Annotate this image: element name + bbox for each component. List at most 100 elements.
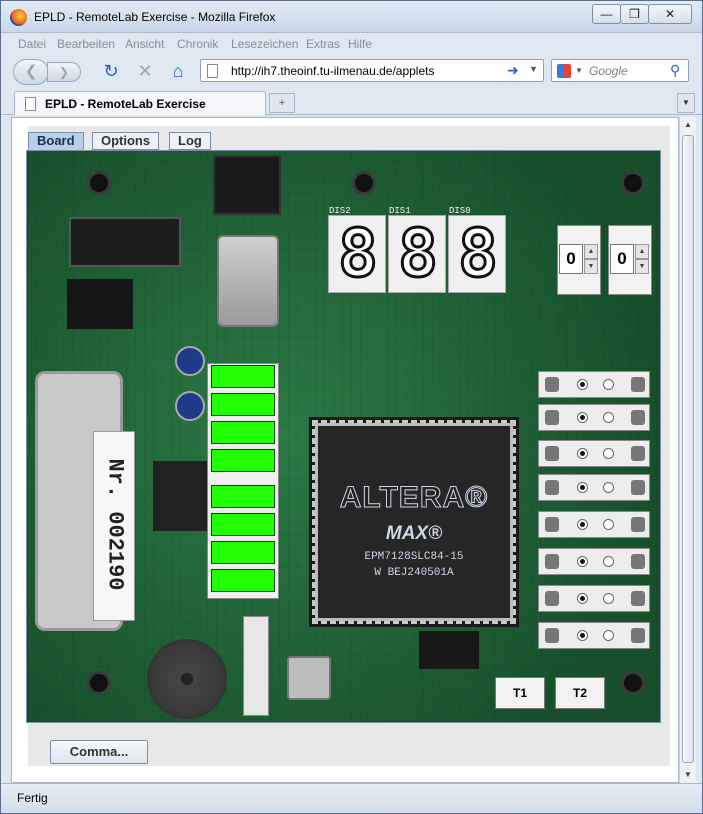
scroll-up-icon[interactable]: ▲ [680,117,696,133]
dip-switch-3[interactable] [538,474,650,501]
menu-extras[interactable]: Extras [306,37,340,51]
tab-log[interactable]: Log [169,132,211,150]
switch-radio-off[interactable] [603,412,614,423]
dip-switch-6[interactable] [538,585,650,612]
tab-remotelab[interactable]: EPLD - RemoteLab Exercise [14,91,266,115]
switch-pin [631,480,645,495]
dip-switch-2[interactable] [538,440,650,467]
switch-radio-on[interactable] [577,482,588,493]
header-connector [69,217,181,267]
display-digit: 8 [337,215,380,292]
close-button[interactable]: ✕ [648,4,692,24]
switch-radio-off[interactable] [603,482,614,493]
menu-bearbeiten[interactable]: Bearbeiten [57,37,115,51]
switch-radio-on[interactable] [577,593,588,604]
spinner-down-button[interactable]: ▼ [584,259,598,274]
dip-switch-5[interactable] [538,548,650,575]
go-arrow-icon[interactable]: ➜ [507,62,519,79]
tab-label: EPLD - RemoteLab Exercise [45,97,206,111]
forward-button[interactable]: ❯ [47,62,81,82]
spinner-up-button[interactable]: ▲ [635,244,649,259]
seven-segment-dis1: 8 [388,215,446,293]
switch-pin [631,591,645,606]
potentiometer [287,656,331,700]
switch-radio-off[interactable] [603,556,614,567]
search-bar[interactable]: ▼ Google ⚲ [551,59,689,82]
reload-icon[interactable]: ↻ [100,60,122,82]
buzzer [147,639,227,719]
chip-family: MAX® [385,523,443,544]
led-5 [211,513,275,536]
spinner-right: 0 ▲ ▼ [608,225,652,295]
switch-radio-off[interactable] [603,448,614,459]
dip-switch-7[interactable] [538,622,650,649]
led-4 [211,485,275,508]
switch-pin [631,446,645,461]
switch-radio-off[interactable] [603,379,614,390]
switch-pin [631,410,645,425]
url-dropdown-icon[interactable]: ▼ [529,64,538,74]
switch-pin [545,554,559,569]
spinner-up-button[interactable]: ▲ [584,244,598,259]
switch-radio-on[interactable] [577,412,588,423]
switch-radio-off[interactable] [603,519,614,530]
dip-switch-4[interactable] [538,511,650,538]
tab-page-icon [25,97,36,111]
spinner-value[interactable]: 0 [610,244,634,274]
tab-board[interactable]: Board [28,132,84,150]
stop-icon[interactable]: ✕ [134,60,156,82]
capacitor [175,391,205,421]
menu-ansicht[interactable]: Ansicht [125,37,164,51]
switch-radio-on[interactable] [577,379,588,390]
search-engine-dropdown-icon[interactable]: ▼ [575,66,583,75]
new-tab-button[interactable]: + [269,93,295,113]
switch-radio-on[interactable] [577,556,588,567]
search-placeholder[interactable]: Google [589,64,628,78]
menu-datei[interactable]: Datei [18,37,46,51]
status-bar: Fertig [1,783,702,813]
url-bar[interactable]: http://ih7.theoinf.tu-ilmenau.de/applets… [200,59,544,82]
power-jack [213,155,281,215]
switch-radio-on[interactable] [577,448,588,459]
spinner-value[interactable]: 0 [559,244,583,274]
menu-hilfe[interactable]: Hilfe [348,37,372,51]
vertical-scrollbar[interactable]: ▲ ▼ [679,117,696,783]
switch-pin [545,377,559,392]
google-icon[interactable] [557,64,571,78]
switch-pin [631,554,645,569]
switch-radio-on[interactable] [577,519,588,530]
capacitor [175,346,205,376]
switch-radio-off[interactable] [603,593,614,604]
minimize-button[interactable]: — [592,4,621,24]
back-button[interactable]: ❮ [13,59,49,85]
scroll-thumb[interactable] [682,135,694,763]
cpld-chip: ALTERA® MAX® EPM7128SLC84-15 W BEJ240501… [309,417,519,627]
dip-switch-1[interactable] [538,404,650,431]
firefox-icon [10,9,27,26]
chip-part-number: EPM7128SLC84-15 [364,551,464,563]
display-digit: 8 [397,215,440,292]
maximize-button[interactable]: ❐ [620,4,649,24]
command-button[interactable]: Comma... [50,740,148,764]
url-text[interactable]: http://ih7.theoinf.tu-ilmenau.de/applets [231,64,434,78]
tab-list-button[interactable]: ▼ [677,93,695,113]
board-number-text: Nr. 002190 [102,458,128,591]
switch-pin [545,591,559,606]
led-3 [211,449,275,472]
tab-options[interactable]: Options [92,132,160,150]
push-button-t2[interactable]: T2 [555,677,605,709]
dip-switch-0[interactable] [538,371,650,398]
magnifier-icon[interactable]: ⚲ [670,62,680,79]
back-arrow-icon: ❮ [24,63,38,80]
switch-radio-off[interactable] [603,630,614,641]
switch-radio-on[interactable] [577,630,588,641]
menu-chronik[interactable]: Chronik [177,37,218,51]
push-button-t1[interactable]: T1 [495,677,545,709]
home-icon[interactable]: ⌂ [167,60,189,82]
spinner-down-button[interactable]: ▼ [635,259,649,274]
scroll-down-icon[interactable]: ▼ [680,767,696,783]
title-bar: EPLD - RemoteLab Exercise - Mozilla Fire… [1,1,702,33]
seven-segment-dis2: 8 [328,215,386,293]
menu-lesezeichen[interactable]: Lesezeichen [231,37,298,51]
page-icon [207,64,218,78]
